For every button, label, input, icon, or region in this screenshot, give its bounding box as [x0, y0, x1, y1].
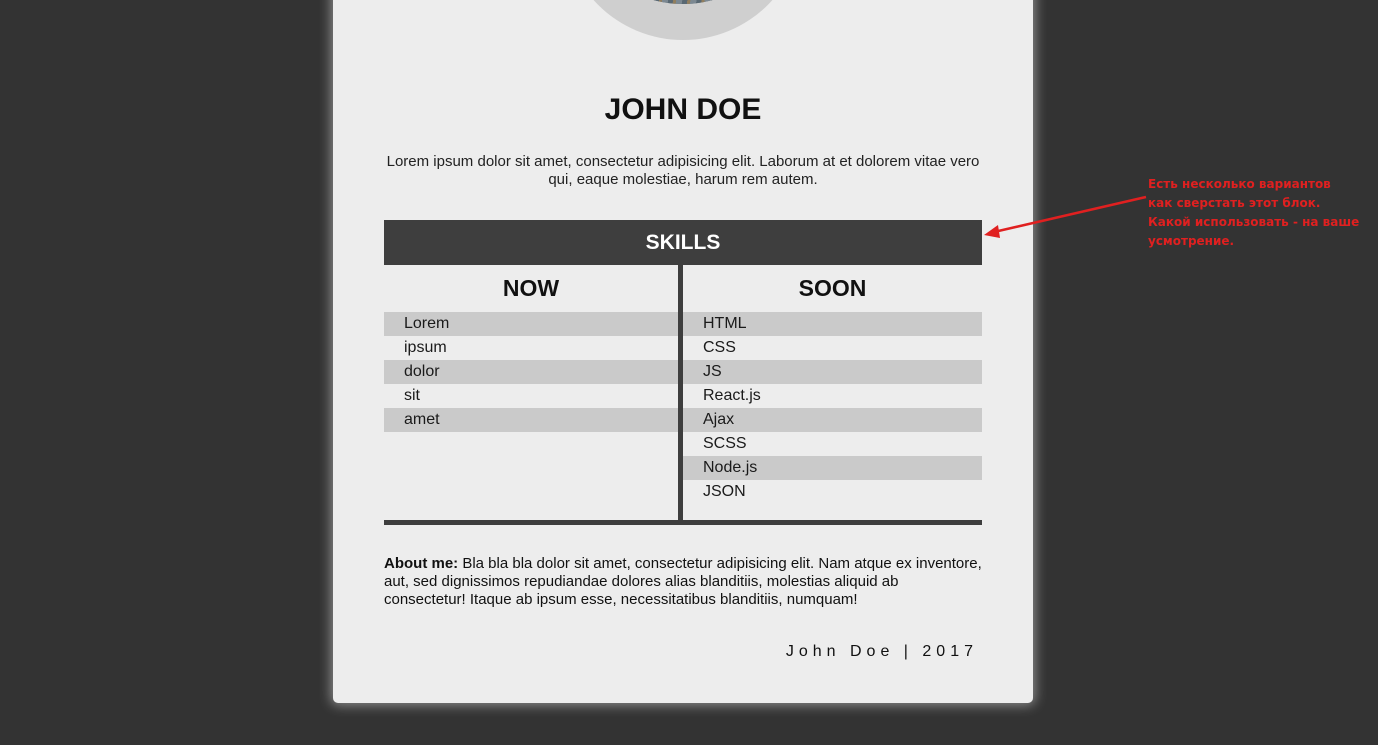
- about-me-text: About me: Bla bla bla dolor sit amet, co…: [384, 555, 984, 609]
- now-column-title: NOW: [502, 275, 560, 301]
- skills-header: SKILLS: [384, 220, 982, 265]
- avatar-ring: [563, 0, 803, 40]
- footer-credit: John Doe | 2017: [785, 643, 978, 660]
- now-skill-item: amet: [384, 408, 678, 432]
- now-skill-item: ipsum: [404, 339, 447, 356]
- page-title: JOHN DOE: [604, 93, 762, 126]
- skills-now-column: NOW Lorem ipsum dolor sit amet: [384, 265, 678, 432]
- about-me-body: Bla bla bla dolor sit amet, consectetur …: [384, 555, 982, 608]
- soon-column-title: SOON: [798, 275, 867, 301]
- soon-skill-item: CSS: [703, 339, 736, 356]
- soon-skill-item: Node.js: [683, 456, 982, 480]
- annotation-line: Есть несколько вариантов: [1148, 177, 1331, 191]
- now-skill-item: Lorem: [384, 312, 678, 336]
- annotation-line: усмотрение.: [1148, 234, 1235, 248]
- soon-skill-item: HTML: [683, 312, 982, 336]
- annotation-note: Есть несколько вариантов как сверстать э…: [1148, 175, 1373, 251]
- intro-text: Lorem ipsum dolor sit amet, consectetur …: [386, 153, 980, 188]
- skills-soon-column: SOON HTML CSS JS React.js Ajax SCSS Node…: [683, 265, 982, 504]
- resume-card: JOHN DOE Lorem ipsum dolor sit amet, con…: [333, 0, 1033, 703]
- annotation-line: как сверстать этот блок.: [1148, 196, 1321, 210]
- soon-skill-item: JSON: [703, 483, 746, 500]
- soon-skill-item: React.js: [703, 387, 761, 404]
- annotation-line: Какой использовать - на ваше: [1148, 215, 1360, 229]
- soon-skill-item: JS: [683, 360, 982, 384]
- now-skill-item: sit: [404, 387, 420, 404]
- skills-block: SKILLS NOW Lorem ipsum dolor sit amet SO…: [384, 220, 982, 525]
- soon-skill-item: SCSS: [703, 435, 747, 452]
- now-skill-item: dolor: [384, 360, 678, 384]
- about-me-label: About me:: [384, 555, 459, 572]
- avatar: [581, 0, 785, 4]
- annotation-arrow-icon: [984, 195, 1147, 238]
- soon-skill-item: Ajax: [683, 408, 982, 432]
- skills-body: NOW Lorem ipsum dolor sit amet SOON HTML…: [384, 265, 982, 525]
